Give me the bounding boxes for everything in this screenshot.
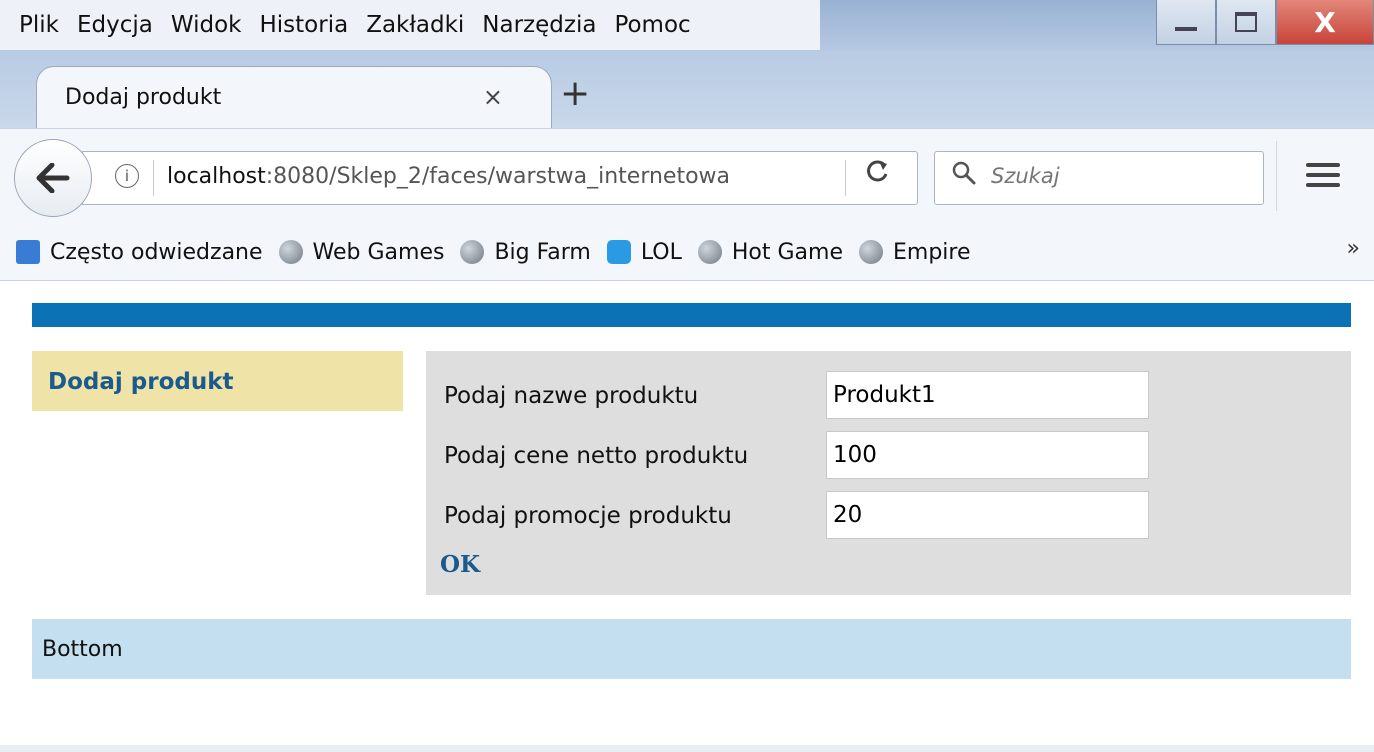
url-path: :8080/Sklep_2/faces/warstwa_internetowa [265,164,731,189]
menu-plik-label: Plik [19,12,59,38]
hamburger-line [1306,183,1340,187]
most-visited-icon [16,240,40,264]
menu-narzedzia[interactable]: Narzędzia [473,0,605,50]
footer-text: Bottom [42,637,123,662]
menu-zakladki-label: Zakładki [366,12,465,38]
product-promo-label: Podaj promocje produktu [444,503,732,529]
ok-button[interactable]: OK [440,551,480,578]
search-box[interactable] [934,151,1264,205]
tab-title: Dodaj produkt [65,85,222,110]
tab-dodaj-produkt[interactable]: Dodaj produkt × [36,66,552,129]
window-controls: X [1156,0,1374,45]
menu-widok[interactable]: Widok [162,0,251,50]
close-window-button[interactable]: X [1276,0,1374,45]
product-promo-input[interactable] [826,491,1149,539]
search-input[interactable] [991,164,1241,188]
menu-historia[interactable]: Historia [250,0,357,50]
arrow-left-icon [36,163,70,193]
globe-icon [278,240,303,264]
back-button[interactable] [14,139,92,217]
nav-divider [1276,141,1277,211]
reload-icon-svg [867,160,888,182]
menu-plik[interactable]: Plik [0,0,68,50]
bookmark-czesto-odwiedzane[interactable]: Często odwiedzane [16,240,263,265]
bookmarks-bar: Często odwiedzane Web Games Big Farm LOL… [0,224,1374,280]
tab-strip: Dodaj produkt × + [0,50,1374,129]
title-bar-area: X [820,0,1374,50]
menu-historia-label: Historia [259,12,349,38]
bookmark-label: LOL [640,239,682,265]
bookmark-web-games[interactable]: Web Games [278,239,445,265]
product-name-input[interactable] [826,371,1149,419]
maximize-icon [1235,12,1257,32]
bookmark-hot-game[interactable]: Hot Game [697,239,843,265]
product-price-input[interactable] [826,431,1149,479]
globe-icon [859,240,883,264]
menu-bar: Plik Edycja Widok Historia Zakładki Narz… [0,0,820,50]
lol-icon [606,240,631,264]
header-strip [32,303,1351,327]
product-price-label: Podaj cene netto produktu [444,443,749,469]
hamburger-line [1306,163,1340,167]
maximize-button[interactable] [1216,0,1276,45]
footer-bar: Bottom [32,619,1351,679]
globe-icon [460,240,485,264]
menu-pomoc-label: Pomoc [614,12,691,38]
menu-edycja-label: Edycja [76,12,153,38]
bookmark-lol[interactable]: LOL [606,239,682,265]
navigation-bar: i localhost:8080/Sklep_2/faces/warstwa_i… [0,128,1374,225]
new-tab-icon[interactable]: + [560,76,590,112]
url-host: localhost [167,164,266,189]
tab-close-icon[interactable]: × [483,83,503,111]
menu-hamburger-icon[interactable] [1306,163,1340,193]
bookmark-label: Big Farm [494,239,591,265]
left-menu: Dodaj produkt [32,351,403,411]
bookmark-label: Web Games [312,239,445,265]
globe-icon [697,240,722,264]
product-name-label: Podaj nazwe produktu [444,383,699,409]
info-icon[interactable]: i [115,164,139,188]
bookmark-label: Empire [893,239,971,265]
dodaj-produkt-link[interactable]: Dodaj produkt [48,369,234,395]
menu-pomoc[interactable]: Pomoc [605,0,699,50]
reload-icon[interactable] [865,158,891,191]
close-icon: X [1314,5,1336,39]
browser-window: Plik Edycja Widok Historia Zakładki Narz… [0,0,1374,752]
product-form: Podaj nazwe produktu Podaj cene netto pr… [426,351,1351,595]
menu-edycja[interactable]: Edycja [68,0,162,50]
menu-zakladki[interactable]: Zakładki [357,0,473,50]
hamburger-line [1306,173,1340,177]
url-text[interactable]: localhost:8080/Sklep_2/faces/warstwa_int… [167,164,787,189]
bookmark-label: Hot Game [731,239,843,265]
menu-widok-label: Widok [170,12,242,38]
search-icon-svg [952,161,976,185]
bookmark-label: Często odwiedzane [50,239,263,265]
bookmark-big-farm[interactable]: Big Farm [460,239,591,265]
url-bar[interactable]: i localhost:8080/Sklep_2/faces/warstwa_i… [82,151,918,205]
menu-narzedzia-label: Narzędzia [482,12,597,38]
search-icon [951,160,977,193]
url-divider [153,160,154,196]
page-content: Dodaj produkt Podaj nazwe produktu Podaj… [0,280,1374,745]
minimize-button[interactable] [1156,0,1216,45]
minimize-icon [1175,27,1197,31]
bookmark-empire[interactable]: Empire [859,240,971,265]
url-divider-2 [845,160,846,196]
bookmarks-overflow-icon[interactable]: » [1347,236,1360,261]
